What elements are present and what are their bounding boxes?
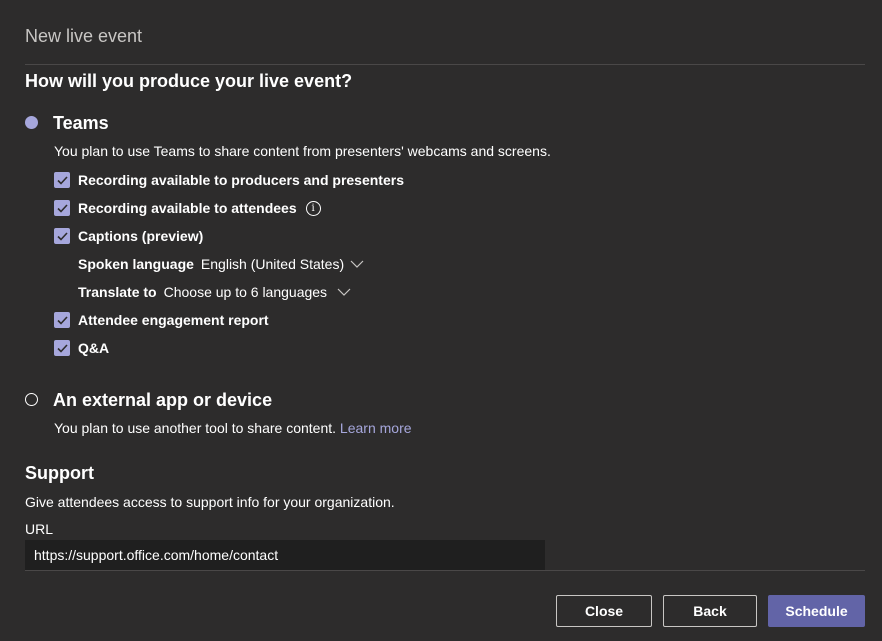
attendee-report-checkbox[interactable] <box>54 312 70 328</box>
translate-to-label: Translate to <box>78 284 157 300</box>
captions-label: Captions (preview) <box>78 228 204 244</box>
spoken-language-value: English (United States) <box>200 256 345 272</box>
checkmark-icon <box>56 175 68 185</box>
bottom-divider <box>25 570 865 571</box>
checkmark-icon <box>56 343 68 353</box>
recording-attendees-label: Recording available to attendees <box>78 200 297 216</box>
url-label: URL <box>25 521 54 537</box>
checkmark-icon <box>56 231 68 241</box>
translate-to-row: Translate to Choose up to 6 languages <box>78 284 351 300</box>
chevron-down-icon <box>337 288 351 296</box>
recording-producers-checkbox[interactable] <box>54 172 70 188</box>
translate-to-value: Choose up to 6 languages <box>163 284 328 300</box>
back-button[interactable]: Back <box>663 595 757 627</box>
qa-checkbox-row[interactable]: Q&A <box>54 340 109 356</box>
spoken-language-dropdown[interactable]: English (United States) <box>201 256 364 272</box>
support-description: Give attendees access to support info fo… <box>25 494 395 510</box>
url-input[interactable] <box>25 540 545 570</box>
external-radio[interactable] <box>25 393 38 406</box>
teams-radio[interactable] <box>25 116 38 129</box>
learn-more-link[interactable]: Learn more <box>340 420 412 436</box>
dialog-title: New live event <box>25 26 143 46</box>
close-button[interactable]: Close <box>556 595 652 627</box>
spoken-language-row: Spoken language English (United States) <box>78 256 364 272</box>
info-icon[interactable]: i <box>305 200 321 216</box>
teams-option-title[interactable]: Teams <box>53 113 109 134</box>
qa-label: Q&A <box>78 340 110 356</box>
recording-producers-checkbox-row[interactable]: Recording available to producers and pre… <box>54 172 404 188</box>
captions-checkbox[interactable] <box>54 228 70 244</box>
recording-attendees-checkbox[interactable] <box>54 200 70 216</box>
recording-producers-label: Recording available to producers and pre… <box>78 172 404 188</box>
schedule-button[interactable]: Schedule <box>768 595 865 627</box>
external-description-row: You plan to use another tool to share co… <box>54 420 412 436</box>
attendee-report-checkbox-row[interactable]: Attendee engagement report <box>54 312 269 328</box>
spoken-language-label: Spoken language <box>78 256 194 272</box>
teams-description: You plan to use Teams to share content f… <box>54 143 551 159</box>
support-heading: Support <box>25 463 94 483</box>
external-option-title[interactable]: An external app or device <box>53 390 272 411</box>
recording-attendees-checkbox-row[interactable]: Recording available to attendees i <box>54 200 321 216</box>
chevron-down-icon <box>350 260 364 268</box>
produce-heading: How will you produce your live event? <box>25 71 353 91</box>
external-description: You plan to use another tool to share co… <box>54 420 337 436</box>
qa-checkbox[interactable] <box>54 340 70 356</box>
top-divider <box>25 64 865 65</box>
checkmark-icon <box>56 315 68 325</box>
captions-checkbox-row[interactable]: Captions (preview) <box>54 228 203 244</box>
translate-to-dropdown[interactable]: Choose up to 6 languages <box>164 284 351 300</box>
checkmark-icon <box>56 203 68 213</box>
attendee-report-label: Attendee engagement report <box>78 312 269 328</box>
